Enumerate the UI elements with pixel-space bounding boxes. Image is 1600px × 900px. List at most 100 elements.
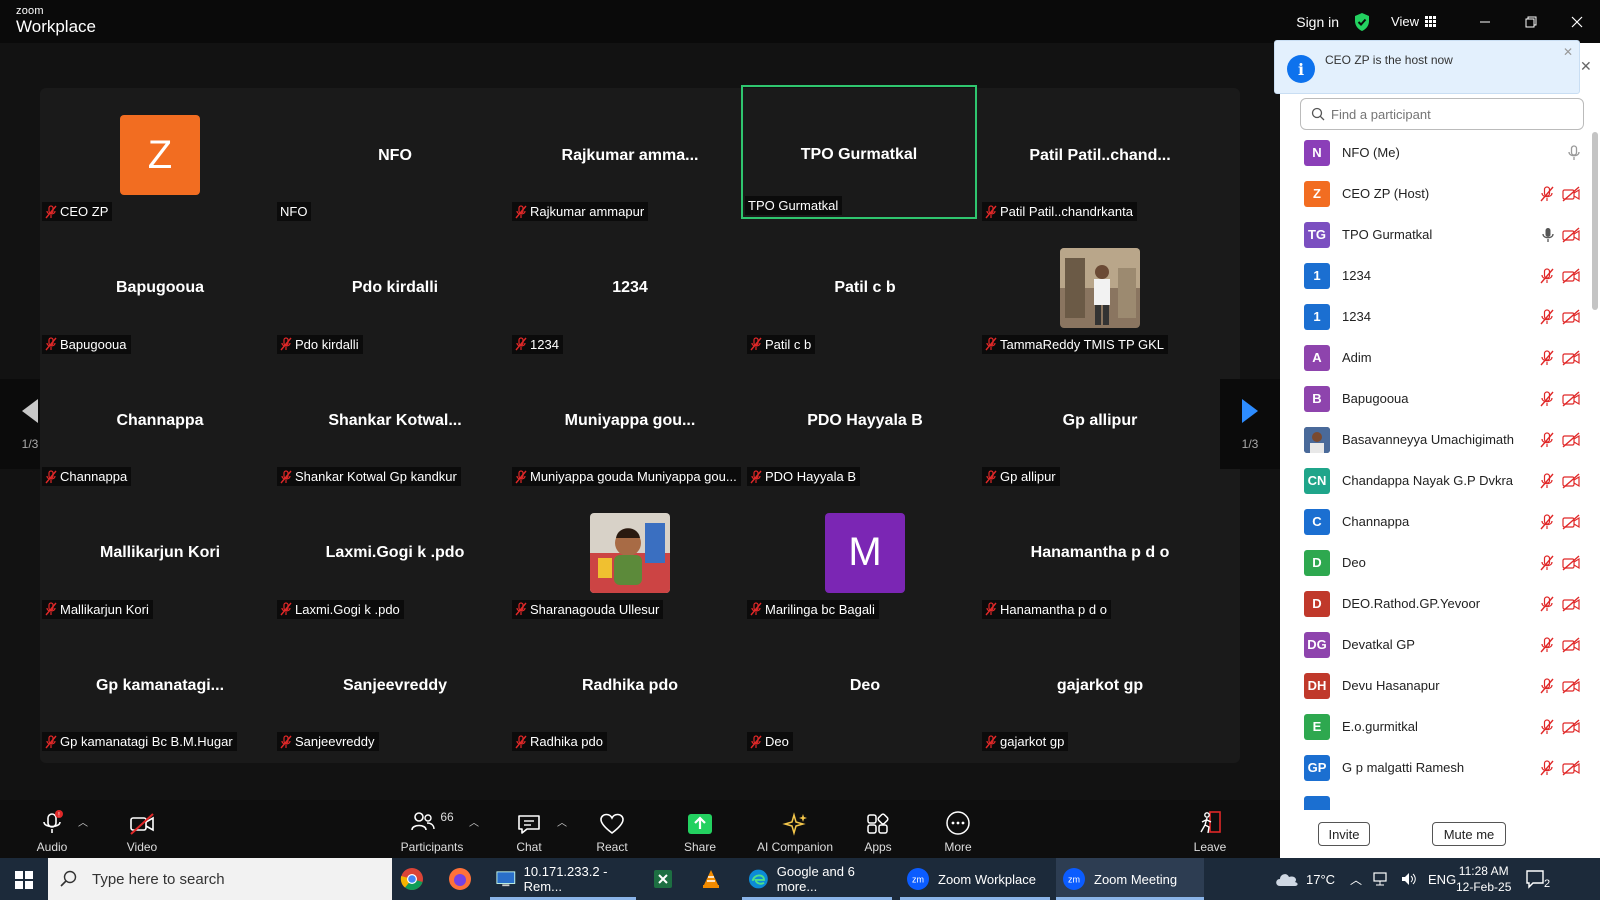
participant-list-scrollbar[interactable]: [1592, 132, 1598, 310]
participant-row[interactable]: GP G p malgatti Ramesh: [1280, 747, 1592, 788]
zoom-meeting-taskbar-item[interactable]: zm Zoom Meeting: [1056, 858, 1204, 900]
participant-row[interactable]: DG Devatkal GP: [1280, 624, 1592, 665]
audio-options-caret[interactable]: ︿: [78, 814, 88, 829]
video-tile[interactable]: Shankar Kotwal... Shankar Kotwal Gp kandk…: [275, 353, 515, 488]
close-panel-icon[interactable]: ✕: [1580, 58, 1592, 75]
mic-muted-icon[interactable]: [1540, 185, 1554, 202]
mic-muted-icon[interactable]: [1540, 472, 1554, 489]
language-indicator[interactable]: ENG: [1428, 872, 1456, 887]
video-tile[interactable]: Bapugooua Bapugooua: [40, 221, 280, 356]
video-tile[interactable]: Patil c b Patil c b: [745, 221, 985, 356]
share-button[interactable]: Share: [680, 800, 720, 858]
sign-in-link[interactable]: Sign in: [1296, 14, 1339, 30]
video-tile[interactable]: TPO Gurmatkal TPO Gurmatkal: [741, 85, 977, 219]
video-tile[interactable]: Radhika pdo Radhika pdo: [510, 618, 750, 753]
video-tile[interactable]: Rajkumar amma... Rajkumar ammapur: [510, 88, 750, 223]
participant-row[interactable]: D DEO.Rathod.GP.Yevoor: [1280, 583, 1592, 624]
video-off-icon[interactable]: [1562, 185, 1580, 202]
participant-row[interactable]: 1 1234: [1280, 296, 1592, 337]
video-tile[interactable]: 1234 1234: [510, 221, 750, 356]
encryption-shield-icon[interactable]: [1353, 12, 1371, 32]
remote-desktop-taskbar-item[interactable]: 10.171.233.2 - Rem...: [490, 858, 636, 900]
video-off-icon[interactable]: [1562, 636, 1580, 653]
video-tile[interactable]: Pdo kirdalli Pdo kirdalli: [275, 221, 515, 356]
participant-row[interactable]: 1 1234: [1280, 255, 1592, 296]
mic-muted-icon[interactable]: [1540, 349, 1554, 366]
participants-button[interactable]: 66 Participants: [390, 800, 474, 858]
windows-start-icon[interactable]: [15, 871, 33, 889]
video-tile[interactable]: M Marilinga bc Bagali: [745, 486, 985, 621]
video-tile[interactable]: Gp kamanatagi... Gp kamanatagi Bc B.M.Hug…: [40, 618, 280, 753]
chrome-taskbar-icon[interactable]: [400, 858, 424, 900]
microphone-icon[interactable]: [1542, 227, 1554, 243]
participant-row[interactable]: E E.o.gurmitkal: [1280, 706, 1592, 747]
close-window-button[interactable]: [1554, 0, 1600, 43]
video-off-icon[interactable]: [1562, 759, 1580, 776]
video-off-icon[interactable]: [1562, 267, 1580, 284]
mic-muted-icon[interactable]: [1540, 595, 1554, 612]
close-notification-icon[interactable]: ✕: [1563, 45, 1573, 59]
react-button[interactable]: React: [592, 800, 632, 858]
video-tile[interactable]: PDO Hayyala B PDO Hayyala B: [745, 353, 985, 488]
participant-row[interactable]: N NFO (Me): [1280, 132, 1592, 173]
mic-muted-icon[interactable]: [1540, 718, 1554, 735]
video-tile[interactable]: Laxmi.Gogi k .pdo Laxmi.Gogi k .pdo: [275, 486, 515, 621]
mic-muted-icon[interactable]: [1540, 390, 1554, 407]
video-off-icon[interactable]: [1562, 513, 1580, 530]
taskbar-search[interactable]: Type here to search: [48, 858, 392, 900]
video-tile[interactable]: NFO NFO: [275, 88, 515, 223]
video-off-icon[interactable]: [1562, 390, 1580, 407]
video-tile[interactable]: Hanamantha p d o Hanamantha p d o: [980, 486, 1220, 621]
ai-companion-button[interactable]: AI Companion: [750, 800, 840, 858]
excel-taskbar-icon[interactable]: [652, 858, 674, 900]
weather-widget[interactable]: 17°C: [1274, 858, 1335, 900]
network-icon[interactable]: [1372, 871, 1390, 887]
clock[interactable]: 11:28 AM 12-Feb-25: [1456, 858, 1511, 900]
participant-row[interactable]: Basavanneyya Umachigimath: [1280, 419, 1592, 460]
participant-row[interactable]: CN Chandappa Nayak G.P Dvkra: [1280, 460, 1592, 501]
mic-muted-icon[interactable]: [1540, 431, 1554, 448]
microphone-icon[interactable]: [1568, 144, 1580, 161]
participant-row[interactable]: Z CEO ZP (Host): [1280, 173, 1592, 214]
video-tile[interactable]: Gp allipur Gp allipur: [980, 353, 1220, 488]
invite-button[interactable]: Invite: [1318, 822, 1370, 846]
video-off-icon[interactable]: [1562, 595, 1580, 612]
chat-options-caret[interactable]: ︿: [557, 814, 567, 829]
participants-options-caret[interactable]: ︿: [469, 814, 479, 829]
apps-button[interactable]: Apps: [858, 800, 898, 858]
video-button[interactable]: Video: [120, 800, 164, 858]
chevron-up-icon[interactable]: ︿: [1350, 871, 1362, 888]
video-tile[interactable]: Sharanagouda Ullesur: [510, 486, 750, 621]
volume-icon[interactable]: [1400, 871, 1418, 887]
edge-taskbar-item[interactable]: Google and 6 more...: [742, 858, 892, 900]
video-off-icon[interactable]: [1562, 554, 1580, 571]
participant-row[interactable]: C Channappa: [1280, 501, 1592, 542]
video-tile[interactable]: Z CEO ZP: [40, 88, 280, 223]
view-button[interactable]: View: [1391, 14, 1436, 29]
video-tile[interactable]: TammaReddy TMIS TP GKL: [980, 221, 1220, 356]
mic-muted-icon[interactable]: [1540, 759, 1554, 776]
firefox-taskbar-icon[interactable]: [448, 858, 472, 900]
participant-search-input[interactable]: [1331, 106, 1571, 122]
mic-muted-icon[interactable]: [1540, 677, 1554, 694]
video-tile[interactable]: Muniyappa gou... Muniyappa gouda Muniyapp…: [510, 353, 750, 488]
mic-muted-icon[interactable]: [1540, 636, 1554, 653]
audio-button[interactable]: ! Audio: [30, 800, 74, 858]
restore-button[interactable]: [1508, 0, 1554, 43]
mic-muted-icon[interactable]: [1540, 513, 1554, 530]
video-tile[interactable]: Mallikarjun Kori Mallikarjun Kori: [40, 486, 280, 621]
video-off-icon[interactable]: [1562, 472, 1580, 489]
video-tile[interactable]: Deo Deo: [745, 618, 985, 753]
participant-row[interactable]: D Deo: [1280, 542, 1592, 583]
more-button[interactable]: More: [938, 800, 978, 858]
video-tile[interactable]: gajarkot gp gajarkot gp: [980, 618, 1220, 753]
chat-button[interactable]: Chat: [512, 800, 546, 858]
video-off-icon[interactable]: [1562, 226, 1580, 243]
video-off-icon[interactable]: [1562, 349, 1580, 366]
participant-row[interactable]: TG TPO Gurmatkal: [1280, 214, 1592, 255]
mic-muted-icon[interactable]: [1540, 267, 1554, 284]
zoom-workplace-taskbar-item[interactable]: zm Zoom Workplace: [900, 858, 1050, 900]
video-off-icon[interactable]: [1562, 431, 1580, 448]
video-tile[interactable]: Sanjeevreddy Sanjeevreddy: [275, 618, 515, 753]
video-off-icon[interactable]: [1562, 308, 1580, 325]
